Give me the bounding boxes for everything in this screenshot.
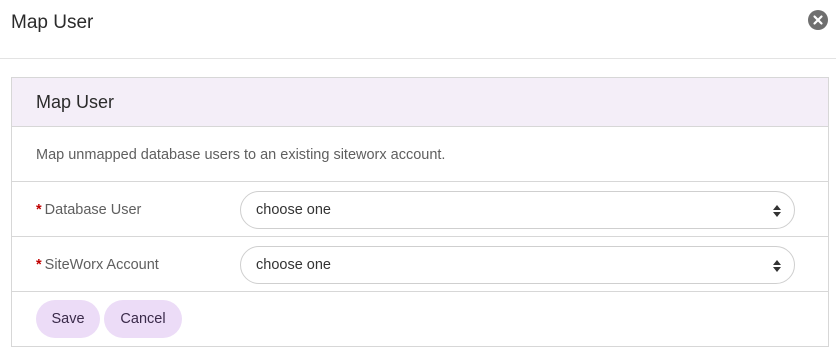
form-actions: Save Cancel [12, 292, 828, 348]
siteworx-account-label-text: SiteWorx Account [44, 257, 159, 273]
database-user-label-text: Database User [44, 202, 142, 218]
map-user-panel: Map User Map unmapped database users to … [11, 77, 829, 347]
panel-title: Map User [36, 92, 115, 112]
close-icon[interactable] [808, 10, 828, 30]
cancel-button[interactable]: Cancel [104, 300, 182, 338]
required-marker: * [36, 257, 42, 273]
modal-header: Map User [0, 0, 836, 59]
save-button[interactable]: Save [36, 300, 100, 338]
siteworx-account-label: * SiteWorx Account [36, 257, 159, 273]
panel-heading: Map User [12, 78, 828, 127]
database-user-select[interactable]: choose one [240, 191, 795, 229]
siteworx-account-select-value: choose one [256, 257, 331, 273]
database-user-row: * Database User choose one [12, 182, 828, 237]
sort-caret-icon [773, 259, 781, 277]
panel-description: Map unmapped database users to an existi… [36, 147, 446, 163]
database-user-label: * Database User [36, 202, 141, 218]
required-marker: * [36, 202, 42, 218]
description-row: Map unmapped database users to an existi… [12, 127, 828, 182]
modal-title: Map User [11, 12, 94, 33]
siteworx-account-select[interactable]: choose one [240, 246, 795, 284]
sort-caret-icon [773, 204, 781, 222]
siteworx-account-row: * SiteWorx Account choose one [12, 237, 828, 292]
database-user-select-value: choose one [256, 202, 331, 218]
